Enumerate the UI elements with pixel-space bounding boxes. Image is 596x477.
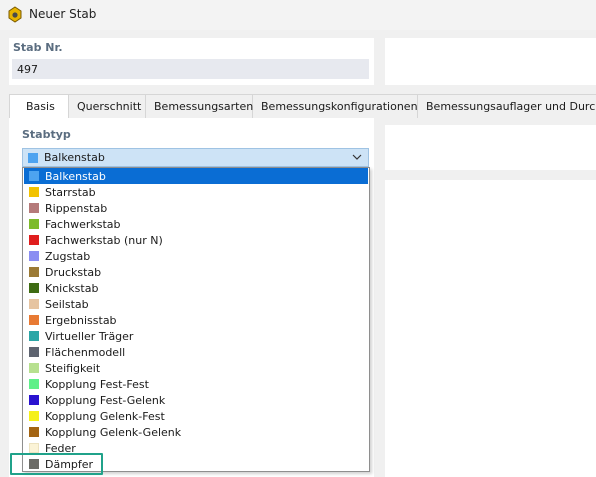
tab-label: Bemessungsauflager und Durchbi xyxy=(426,100,596,113)
list-item-balkenstab[interactable]: Balkenstab xyxy=(24,168,368,184)
color-swatch xyxy=(29,363,39,373)
list-item-label: Kopplung Fest-Fest xyxy=(45,377,149,391)
list-item-label: Starrstab xyxy=(45,185,96,199)
tab-strip: Basis Querschnitt Bemessungsarten Bemess… xyxy=(9,94,596,118)
list-item-label: Flächenmodell xyxy=(45,345,126,359)
title-bar: Neuer Stab xyxy=(0,0,596,30)
list-item-label: Kopplung Fest-Gelenk xyxy=(45,393,166,407)
list-item-fachwerkstab[interactable]: Fachwerkstab xyxy=(24,216,368,232)
list-item-seilstab[interactable]: Seilstab xyxy=(24,296,368,312)
color-swatch xyxy=(29,235,39,245)
stab-nr-field[interactable]: 497 xyxy=(12,59,369,79)
list-item-knickstab[interactable]: Knickstab xyxy=(24,280,368,296)
list-item-kopplung-fest-gelenk[interactable]: Kopplung Fest-Gelenk xyxy=(24,392,368,408)
list-item-label: Fachwerkstab (nur N) xyxy=(45,233,163,247)
tab-label: Bemessungskonfigurationen xyxy=(261,100,418,113)
stab-nr-label: Stab Nr. xyxy=(13,41,63,54)
list-item-druckstab[interactable]: Druckstab xyxy=(24,264,368,280)
list-item-flaechenmodell[interactable]: Flächenmodell xyxy=(24,344,368,360)
tab-label: Querschnitt xyxy=(77,100,142,113)
list-item-steifigkeit[interactable]: Steifigkeit xyxy=(24,360,368,376)
list-item-fachwerkstab-nur-n[interactable]: Fachwerkstab (nur N) xyxy=(24,232,368,248)
color-swatch xyxy=(29,299,39,309)
color-swatch xyxy=(29,347,39,357)
color-swatch xyxy=(29,395,39,405)
list-item-label: Seilstab xyxy=(45,297,89,311)
app-icon xyxy=(8,6,22,23)
color-swatch xyxy=(29,427,39,437)
color-swatch xyxy=(29,203,39,213)
tab-basis[interactable]: Basis xyxy=(9,94,69,118)
color-swatch xyxy=(29,251,39,261)
stabtyp-selected-value: Balkenstab xyxy=(44,151,105,164)
color-swatch xyxy=(29,267,39,277)
right-mid-panel xyxy=(385,125,596,170)
list-item-virtueller-traeger[interactable]: Virtueller Träger xyxy=(24,328,368,344)
right-top-panel xyxy=(385,38,596,85)
stabtyp-combobox[interactable]: Balkenstab xyxy=(22,148,369,167)
color-swatch xyxy=(29,379,39,389)
color-swatch xyxy=(29,171,39,181)
stabtyp-label: Stabtyp xyxy=(22,128,71,141)
window-title: Neuer Stab xyxy=(29,7,97,21)
list-item-rippenstab[interactable]: Rippenstab xyxy=(24,200,368,216)
list-item-label: Fachwerkstab xyxy=(45,217,121,231)
list-item-kopplung-fest-fest[interactable]: Kopplung Fest-Fest xyxy=(24,376,368,392)
highlight-frame xyxy=(10,453,103,475)
color-swatch xyxy=(29,283,39,293)
color-swatch xyxy=(29,315,39,325)
chevron-down-icon xyxy=(352,154,362,160)
right-bottom-panel xyxy=(385,180,596,477)
list-item-starrstab[interactable]: Starrstab xyxy=(24,184,368,200)
list-item-label: Kopplung Gelenk-Gelenk xyxy=(45,425,182,439)
list-item-ergebnisstab[interactable]: Ergebnisstab xyxy=(24,312,368,328)
color-swatch xyxy=(29,187,39,197)
stab-nr-value: 497 xyxy=(17,62,38,76)
list-item-label: Virtueller Träger xyxy=(45,329,134,343)
list-item-label: Balkenstab xyxy=(45,169,106,183)
color-swatch xyxy=(29,411,39,421)
list-item-label: Knickstab xyxy=(45,281,99,295)
tab-label: Basis xyxy=(26,100,55,113)
list-item-label: Ergebnisstab xyxy=(45,313,117,327)
list-item-zugstab[interactable]: Zugstab xyxy=(24,248,368,264)
list-item-kopplung-gelenk-gelenk[interactable]: Kopplung Gelenk-Gelenk xyxy=(24,424,368,440)
color-swatch xyxy=(29,219,39,229)
list-item-label: Kopplung Gelenk-Fest xyxy=(45,409,165,423)
list-item-label: Rippenstab xyxy=(45,201,108,215)
tab-querschnitt[interactable]: Querschnitt xyxy=(69,94,146,118)
list-item-label: Steifigkeit xyxy=(45,361,101,375)
list-item-kopplung-gelenk-fest[interactable]: Kopplung Gelenk-Fest xyxy=(24,408,368,424)
tab-label: Bemessungsarten xyxy=(154,100,254,113)
list-item-label: Druckstab xyxy=(45,265,102,279)
tab-bemessungskonfigurationen[interactable]: Bemessungskonfigurationen xyxy=(253,94,418,118)
color-swatch xyxy=(29,331,39,341)
color-swatch xyxy=(29,443,39,453)
tab-bemessungsauflager[interactable]: Bemessungsauflager und Durchbi xyxy=(418,94,596,118)
color-swatch xyxy=(28,152,38,163)
stabtyp-dropdown-list: Balkenstab Starrstab Rippenstab Fachwerk… xyxy=(22,167,370,472)
list-item-label: Zugstab xyxy=(45,249,91,263)
tab-bemessungsarten[interactable]: Bemessungsarten xyxy=(146,94,253,118)
